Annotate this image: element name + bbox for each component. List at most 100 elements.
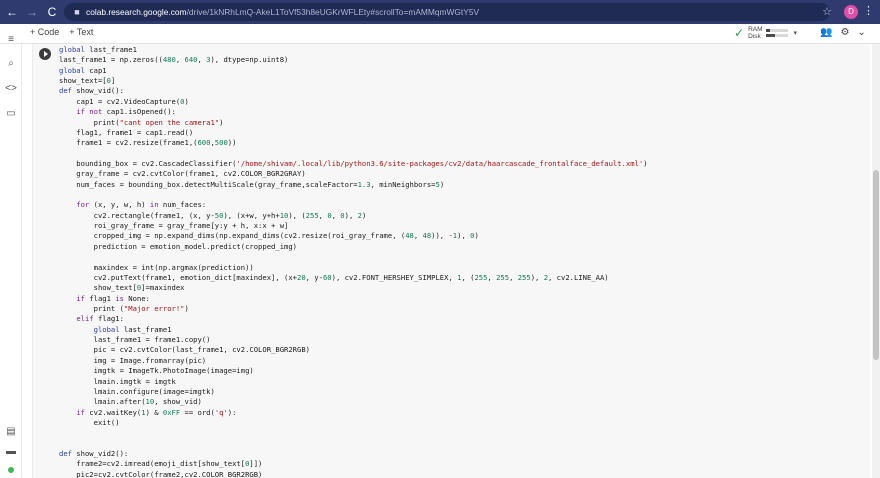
code-token: 20 [297, 272, 306, 282]
code-line[interactable]: lmain.imgtk = imgtk [59, 377, 859, 387]
code-line[interactable]: print("cant open the camera1") [59, 118, 859, 128]
ram-disk-indicator[interactable]: ✓ RAM Disk ▾ [734, 26, 797, 40]
code-line[interactable]: print ("Major error!") [59, 304, 859, 314]
code-line[interactable] [59, 190, 859, 200]
code-cell[interactable]: global last_frame1 last_frame1 = np.zeros… [32, 44, 870, 478]
code-line[interactable]: global cap1 [59, 66, 859, 76]
code-token: global [93, 324, 120, 334]
code-line[interactable]: cropped_img = np.expand_dims(np.expand_d… [59, 231, 859, 241]
code-line[interactable]: imgtk = ImageTk.PhotoImage(image=img) [59, 366, 859, 376]
code-line[interactable] [59, 252, 859, 262]
code-token: flag1, frame1 = cap1.read() [59, 127, 194, 137]
code-token: show_vid2(): [71, 449, 129, 459]
search-icon[interactable]: ⌕ [5, 58, 17, 70]
code-token: 48 [405, 231, 414, 241]
code-token: ) [219, 117, 224, 127]
code-line[interactable]: global last_frame1 [59, 325, 859, 335]
address-bar[interactable]: ■ colab.research.google.com/drive/1kNRhL… [64, 3, 830, 21]
settings-gear-icon[interactable]: ⚙ [840, 27, 849, 38]
code-token: , cv2.LINE_AA) [548, 272, 609, 282]
reload-icon[interactable]: C [44, 4, 60, 20]
add-code-button[interactable]: + Code [30, 27, 59, 37]
code-line[interactable]: if not cap1.isOpened(): [59, 107, 859, 117]
ram-label: RAM [748, 26, 763, 33]
profile-avatar[interactable]: D [844, 5, 858, 19]
code-editor[interactable]: global last_frame1 last_frame1 = np.zeros… [59, 45, 859, 478]
code-line[interactable]: bounding_box = cv2.CascadeClassifier('/h… [59, 159, 859, 169]
terminal-icon[interactable]: ▬ [5, 446, 17, 458]
forward-arrow-icon[interactable]: → [24, 4, 40, 20]
code-line[interactable]: frame2=cv2.imread(emoji_dist[show_text[0… [59, 459, 859, 469]
code-token: global [59, 65, 85, 75]
code-token: img = Image.fromarray(pic) [59, 355, 207, 365]
code-token: 48 [422, 231, 432, 241]
code-token: )) [227, 138, 237, 148]
code-line[interactable]: cap1 = cv2.VideoCapture(0) [59, 97, 859, 107]
code-line[interactable]: for (x, y, w, h) in num_faces: [59, 200, 859, 210]
code-line[interactable]: gray_frame = cv2.cvtColor(frame1, cv2.CO… [59, 169, 859, 179]
code-line[interactable]: frame1 = cv2.resize(frame1,(600,500)) [59, 138, 859, 148]
bookmark-star-icon[interactable]: ☆ [822, 5, 832, 18]
code-line[interactable]: cv2.rectangle(frame1, (x, y-50), (x+w, y… [59, 211, 859, 221]
code-token: ), [530, 272, 544, 282]
code-token: , [197, 55, 207, 65]
share-users-icon[interactable]: 👥 [820, 27, 832, 38]
code-token: lmain.configure(image=imgtk) [59, 386, 215, 396]
code-line[interactable]: def show_vid(): [59, 86, 859, 96]
code-line[interactable]: lmain.after(10, show_vid) [59, 397, 859, 407]
code-line[interactable]: show_text[0]=maxindex [59, 283, 859, 293]
code-token: global [59, 45, 85, 54]
runtime-dropdown-icon[interactable]: ▾ [794, 29, 798, 37]
code-line[interactable]: maxindex = int(np.argmax(prediction)) [59, 263, 859, 273]
code-line[interactable]: global last_frame1 [59, 45, 859, 55]
code-token: None: [123, 293, 150, 303]
code-line[interactable] [59, 149, 859, 159]
scrollbar-thumb[interactable] [873, 170, 879, 360]
code-line[interactable]: show_text=[0] [59, 76, 859, 86]
code-line[interactable]: last_frame1 = frame1.copy() [59, 335, 859, 345]
code-line[interactable]: img = Image.fromarray(pic) [59, 356, 859, 366]
code-token: 480 [162, 55, 176, 65]
code-line[interactable]: cv2.putText(frame1, emotion_dict[maxinde… [59, 273, 859, 283]
code-line[interactable]: if flag1 is None: [59, 294, 859, 304]
code-line[interactable]: roi_gray_frame = gray_frame[y:y + h, x:x… [59, 221, 859, 231]
collapse-chevron-icon[interactable]: ⌄ [857, 27, 865, 38]
code-line[interactable]: flag1, frame1 = cap1.read() [59, 128, 859, 138]
hamburger-menu-icon[interactable]: ≡ [5, 34, 17, 46]
run-cell-button[interactable] [39, 48, 51, 60]
browser-menu-icon[interactable]: ⋮ [863, 4, 874, 17]
code-token: ), cv2.FONT_HERSHEY_SIMPLEX, [331, 272, 458, 282]
code-token: 0xFF [162, 407, 181, 417]
code-line[interactable]: def show_vid2(): [59, 449, 859, 459]
add-text-button[interactable]: + Text [69, 27, 93, 37]
code-line[interactable] [59, 428, 859, 438]
command-palette-icon[interactable]: ▤ [5, 426, 17, 438]
code-token: flag1: [93, 314, 124, 324]
code-line[interactable]: elif flag1: [59, 314, 859, 324]
code-line[interactable]: pic2=cv2.cvtColor(frame2,cv2.COLOR_BGR2R… [59, 470, 859, 478]
files-folder-icon[interactable]: ▭ [5, 108, 17, 120]
url-text[interactable]: colab.research.google.com/drive/1kNRhLmQ… [86, 7, 479, 17]
code-line[interactable]: num_faces = bounding_box.detectMultiScal… [59, 180, 859, 190]
code-token: exit() [59, 417, 120, 427]
code-token: ]=maxindex [141, 283, 185, 293]
code-token: elif [76, 314, 94, 324]
code-line[interactable]: pic = cv2.cvtColor(last_frame1, cv2.COLO… [59, 345, 859, 355]
code-token: 255 [517, 272, 531, 282]
vertical-scrollbar[interactable] [872, 44, 880, 478]
code-line[interactable]: lmain.configure(image=imgtk) [59, 387, 859, 397]
code-line[interactable]: prediction = emotion_model.predict(cropp… [59, 242, 859, 252]
code-line[interactable]: if cv2.waitKey(1) & 0xFF == ord('q'): [59, 408, 859, 418]
code-line[interactable] [59, 439, 859, 449]
code-token: if [76, 293, 85, 303]
code-token: last_frame1 = np.zeros(( [59, 55, 163, 65]
code-token: , [487, 272, 497, 282]
code-line[interactable]: exit() [59, 418, 859, 428]
code-token: ) [643, 158, 648, 168]
back-arrow-icon[interactable]: ← [4, 4, 20, 20]
connected-check-icon: ✓ [734, 26, 745, 40]
code-snippet-icon[interactable]: <> [5, 83, 17, 95]
code-line[interactable]: last_frame1 = np.zeros((480, 640, 3), dt… [59, 55, 859, 65]
